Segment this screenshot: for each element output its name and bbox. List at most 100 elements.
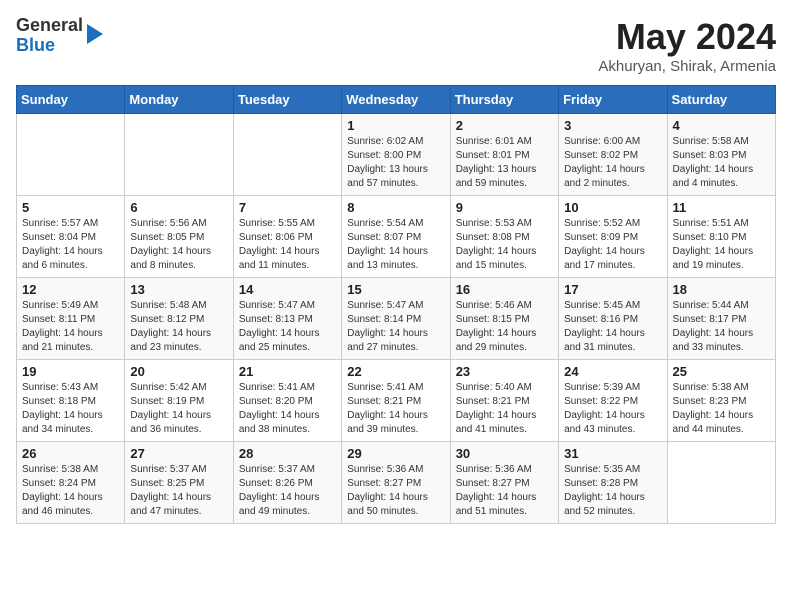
week-row-4: 19 Sunrise: 5:43 AMSunset: 8:18 PMDayligh… bbox=[17, 360, 776, 442]
calendar-cell: 28 Sunrise: 5:37 AMSunset: 8:26 PMDayligh… bbox=[233, 442, 341, 524]
day-number: 13 bbox=[130, 282, 227, 297]
calendar-cell: 9 Sunrise: 5:53 AMSunset: 8:08 PMDaylight… bbox=[450, 196, 558, 278]
logo: General Blue bbox=[16, 16, 103, 56]
calendar-cell: 20 Sunrise: 5:42 AMSunset: 8:19 PMDayligh… bbox=[125, 360, 233, 442]
day-number: 6 bbox=[130, 200, 227, 215]
calendar-cell bbox=[17, 114, 125, 196]
calendar-cell: 13 Sunrise: 5:48 AMSunset: 8:12 PMDayligh… bbox=[125, 278, 233, 360]
day-number: 26 bbox=[22, 446, 119, 461]
logo-general: General bbox=[16, 15, 83, 35]
weekday-header-thursday: Thursday bbox=[450, 86, 558, 114]
day-info: Sunrise: 5:44 AMSunset: 8:17 PMDaylight:… bbox=[673, 299, 770, 355]
weekday-header-sunday: Sunday bbox=[17, 86, 125, 114]
day-info: Sunrise: 6:00 AMSunset: 8:02 PMDaylight:… bbox=[564, 135, 661, 191]
day-number: 23 bbox=[456, 364, 553, 379]
week-row-2: 5 Sunrise: 5:57 AMSunset: 8:04 PMDaylight… bbox=[17, 196, 776, 278]
day-info: Sunrise: 5:51 AMSunset: 8:10 PMDaylight:… bbox=[673, 217, 770, 273]
logo-arrow-icon bbox=[87, 24, 103, 44]
day-info: Sunrise: 5:46 AMSunset: 8:15 PMDaylight:… bbox=[456, 299, 553, 355]
day-info: Sunrise: 5:37 AMSunset: 8:25 PMDaylight:… bbox=[130, 463, 227, 519]
calendar-cell: 16 Sunrise: 5:46 AMSunset: 8:15 PMDayligh… bbox=[450, 278, 558, 360]
day-info: Sunrise: 5:52 AMSunset: 8:09 PMDaylight:… bbox=[564, 217, 661, 273]
calendar-cell: 10 Sunrise: 5:52 AMSunset: 8:09 PMDayligh… bbox=[559, 196, 667, 278]
weekday-header-tuesday: Tuesday bbox=[233, 86, 341, 114]
day-number: 3 bbox=[564, 118, 661, 133]
calendar-cell: 14 Sunrise: 5:47 AMSunset: 8:13 PMDayligh… bbox=[233, 278, 341, 360]
day-number: 9 bbox=[456, 200, 553, 215]
calendar-cell: 11 Sunrise: 5:51 AMSunset: 8:10 PMDayligh… bbox=[667, 196, 775, 278]
day-info: Sunrise: 5:42 AMSunset: 8:19 PMDaylight:… bbox=[130, 381, 227, 437]
calendar-cell: 5 Sunrise: 5:57 AMSunset: 8:04 PMDaylight… bbox=[17, 196, 125, 278]
day-number: 12 bbox=[22, 282, 119, 297]
calendar-cell bbox=[233, 114, 341, 196]
day-number: 8 bbox=[347, 200, 444, 215]
title-block: May 2024 Akhuryan, Shirak, Armenia bbox=[598, 16, 776, 75]
day-number: 5 bbox=[22, 200, 119, 215]
calendar-cell: 23 Sunrise: 5:40 AMSunset: 8:21 PMDayligh… bbox=[450, 360, 558, 442]
day-number: 28 bbox=[239, 446, 336, 461]
calendar-cell: 7Sunrise: 5:55 AMSunset: 8:06 PMDaylight… bbox=[233, 196, 341, 278]
day-number: 30 bbox=[456, 446, 553, 461]
calendar-cell bbox=[125, 114, 233, 196]
day-info: Sunrise: 5:47 AMSunset: 8:14 PMDaylight:… bbox=[347, 299, 444, 355]
calendar-cell: 31 Sunrise: 5:35 AMSunset: 8:28 PMDayligh… bbox=[559, 442, 667, 524]
day-info: Sunrise: 5:55 AMSunset: 8:06 PMDaylight:… bbox=[239, 217, 336, 273]
day-info: Sunrise: 5:39 AMSunset: 8:22 PMDaylight:… bbox=[564, 381, 661, 437]
week-row-1: 1Sunrise: 6:02 AMSunset: 8:00 PMDaylight… bbox=[17, 114, 776, 196]
week-row-5: 26Sunrise: 5:38 AMSunset: 8:24 PMDayligh… bbox=[17, 442, 776, 524]
weekday-header-saturday: Saturday bbox=[667, 86, 775, 114]
day-number: 22 bbox=[347, 364, 444, 379]
calendar-cell: 15Sunrise: 5:47 AMSunset: 8:14 PMDayligh… bbox=[342, 278, 450, 360]
day-info: Sunrise: 5:54 AMSunset: 8:07 PMDaylight:… bbox=[347, 217, 444, 273]
calendar-cell: 8 Sunrise: 5:54 AMSunset: 8:07 PMDaylight… bbox=[342, 196, 450, 278]
month-title: May 2024 bbox=[598, 16, 776, 58]
day-info: Sunrise: 5:53 AMSunset: 8:08 PMDaylight:… bbox=[456, 217, 553, 273]
day-number: 19 bbox=[22, 364, 119, 379]
day-info: Sunrise: 5:58 AMSunset: 8:03 PMDaylight:… bbox=[673, 135, 770, 191]
day-number: 31 bbox=[564, 446, 661, 461]
calendar-cell: 19 Sunrise: 5:43 AMSunset: 8:18 PMDayligh… bbox=[17, 360, 125, 442]
day-info: Sunrise: 5:36 AMSunset: 8:27 PMDaylight:… bbox=[456, 463, 553, 519]
calendar-cell: 4 Sunrise: 5:58 AMSunset: 8:03 PMDaylight… bbox=[667, 114, 775, 196]
day-number: 20 bbox=[130, 364, 227, 379]
day-info: Sunrise: 6:01 AMSunset: 8:01 PMDaylight:… bbox=[456, 135, 553, 191]
week-row-3: 12Sunrise: 5:49 AMSunset: 8:11 PMDayligh… bbox=[17, 278, 776, 360]
day-info: Sunrise: 5:41 AMSunset: 8:21 PMDaylight:… bbox=[347, 381, 444, 437]
day-number: 16 bbox=[456, 282, 553, 297]
calendar-cell: 18Sunrise: 5:44 AMSunset: 8:17 PMDayligh… bbox=[667, 278, 775, 360]
calendar-cell: 1Sunrise: 6:02 AMSunset: 8:00 PMDaylight… bbox=[342, 114, 450, 196]
calendar-cell bbox=[667, 442, 775, 524]
calendar-cell: 12Sunrise: 5:49 AMSunset: 8:11 PMDayligh… bbox=[17, 278, 125, 360]
weekday-header-wednesday: Wednesday bbox=[342, 86, 450, 114]
calendar-cell: 27 Sunrise: 5:37 AMSunset: 8:25 PMDayligh… bbox=[125, 442, 233, 524]
calendar-cell: 6Sunrise: 5:56 AMSunset: 8:05 PMDaylight… bbox=[125, 196, 233, 278]
day-info: Sunrise: 5:36 AMSunset: 8:27 PMDaylight:… bbox=[347, 463, 444, 519]
day-info: Sunrise: 5:35 AMSunset: 8:28 PMDaylight:… bbox=[564, 463, 661, 519]
day-info: Sunrise: 5:37 AMSunset: 8:26 PMDaylight:… bbox=[239, 463, 336, 519]
calendar-cell: 24Sunrise: 5:39 AMSunset: 8:22 PMDayligh… bbox=[559, 360, 667, 442]
logo-blue: Blue bbox=[16, 35, 55, 55]
day-info: Sunrise: 5:48 AMSunset: 8:12 PMDaylight:… bbox=[130, 299, 227, 355]
day-number: 21 bbox=[239, 364, 336, 379]
calendar-cell: 21Sunrise: 5:41 AMSunset: 8:20 PMDayligh… bbox=[233, 360, 341, 442]
calendar-cell: 30 Sunrise: 5:36 AMSunset: 8:27 PMDayligh… bbox=[450, 442, 558, 524]
day-number: 14 bbox=[239, 282, 336, 297]
day-number: 25 bbox=[673, 364, 770, 379]
day-number: 1 bbox=[347, 118, 444, 133]
day-info: Sunrise: 5:57 AMSunset: 8:04 PMDaylight:… bbox=[22, 217, 119, 273]
day-number: 29 bbox=[347, 446, 444, 461]
day-number: 27 bbox=[130, 446, 227, 461]
calendar-table: SundayMondayTuesdayWednesdayThursdayFrid… bbox=[16, 85, 776, 524]
day-number: 11 bbox=[673, 200, 770, 215]
day-number: 4 bbox=[673, 118, 770, 133]
day-info: Sunrise: 5:47 AMSunset: 8:13 PMDaylight:… bbox=[239, 299, 336, 355]
weekday-header-monday: Monday bbox=[125, 86, 233, 114]
calendar-cell: 17Sunrise: 5:45 AMSunset: 8:16 PMDayligh… bbox=[559, 278, 667, 360]
location: Akhuryan, Shirak, Armenia bbox=[598, 58, 776, 75]
calendar-cell: 29 Sunrise: 5:36 AMSunset: 8:27 PMDayligh… bbox=[342, 442, 450, 524]
day-info: Sunrise: 5:43 AMSunset: 8:18 PMDaylight:… bbox=[22, 381, 119, 437]
day-info: Sunrise: 5:40 AMSunset: 8:21 PMDaylight:… bbox=[456, 381, 553, 437]
calendar-cell: 26Sunrise: 5:38 AMSunset: 8:24 PMDayligh… bbox=[17, 442, 125, 524]
calendar-cell: 22 Sunrise: 5:41 AMSunset: 8:21 PMDayligh… bbox=[342, 360, 450, 442]
day-number: 10 bbox=[564, 200, 661, 215]
